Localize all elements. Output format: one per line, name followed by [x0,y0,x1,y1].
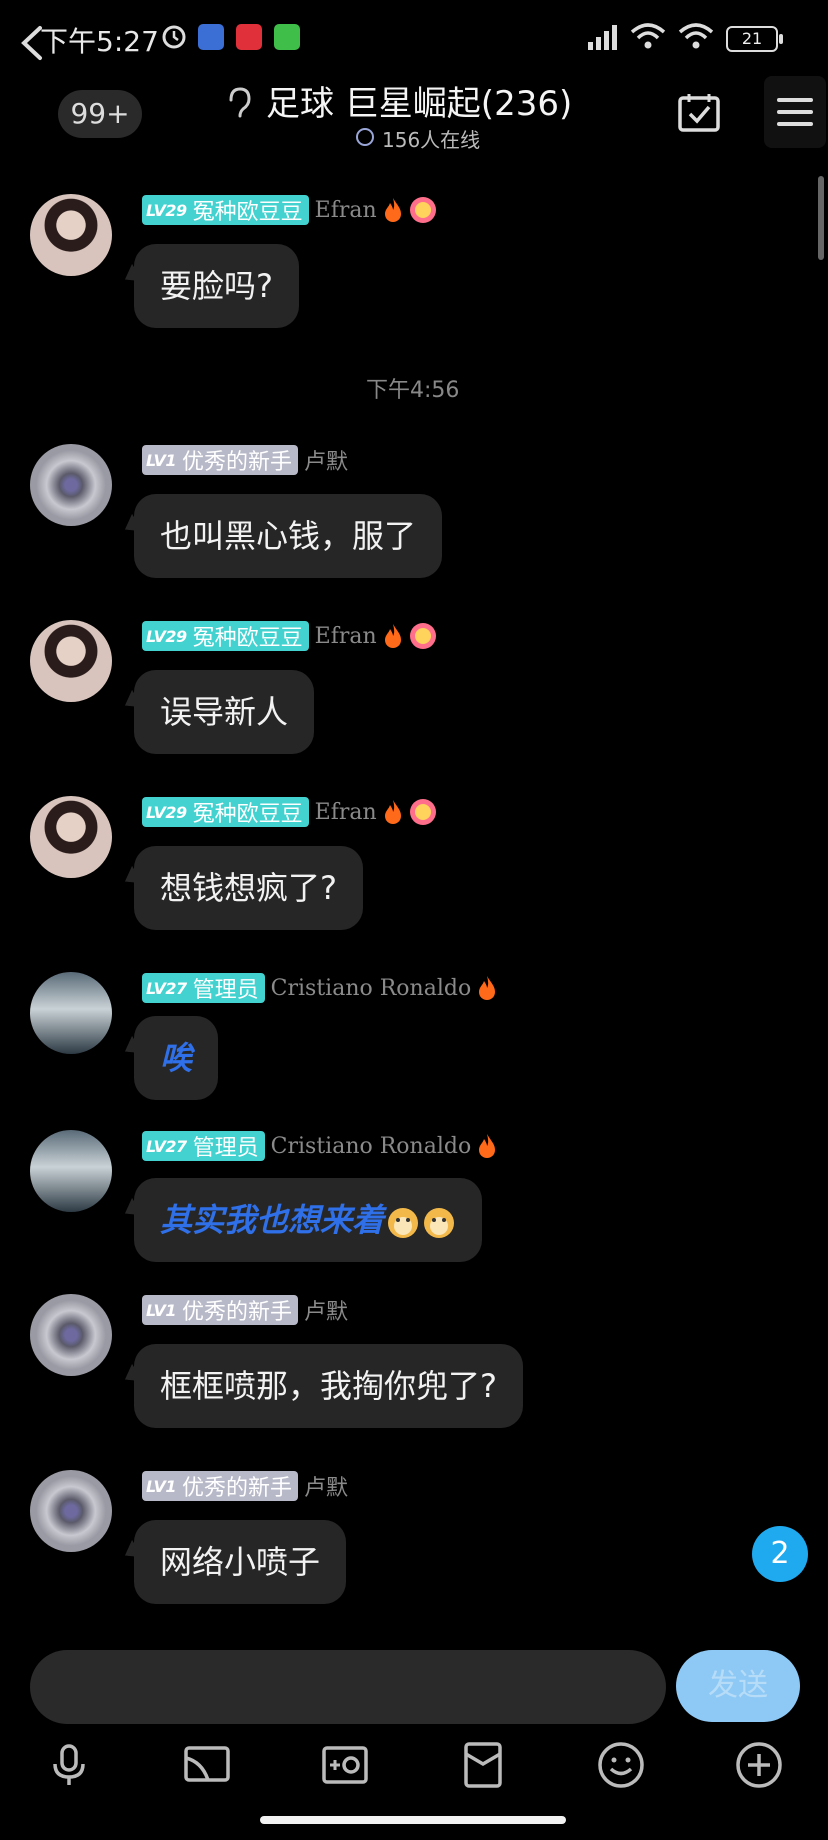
sender-name[interactable]: 卢默 [304,444,348,476]
level-badge: LV29 冤种欧豆豆 [142,621,309,651]
flower-emoji-icon [409,799,436,825]
flower-emoji-icon [409,197,436,223]
menu-icon [777,98,813,102]
sender-name[interactable]: Cristiano Ronaldo [271,976,472,1001]
sender-name[interactable]: Efran [315,198,377,223]
ear-icon[interactable] [225,86,253,120]
message-meta: LV27 管理员 Cristiano Ronaldo [142,1130,497,1162]
level-badge: LV1 优秀的新手 [142,1295,299,1325]
plus-icon[interactable] [734,1740,784,1790]
mi-app-icon [236,24,262,50]
message-bubble[interactable]: 唉 [134,1016,219,1100]
message-meta: LV1 优秀的新手 卢默 [142,444,348,476]
scrollbar[interactable] [818,176,824,260]
status-bar: 下午5:27 21 [0,0,828,74]
sender-name[interactable]: Efran [315,800,377,825]
level-badge: LV1 优秀的新手 [142,445,299,475]
message-bubble[interactable]: 也叫黑心钱，服了 [134,494,443,578]
fire-icon [479,1134,496,1158]
chevron-left-icon [21,26,42,60]
message-meta: LV1 优秀的新手 卢默 [142,1294,348,1326]
avatar[interactable] [30,194,112,276]
avatar[interactable] [30,1470,112,1552]
level-badge: LV29 冤种欧豆豆 [142,797,309,827]
sender-name[interactable]: Efran [315,624,377,649]
message-bubble[interactable]: 想钱想疯了? [134,846,363,930]
app-notification-icon [198,24,224,50]
new-messages-badge[interactable]: 2 [752,1526,808,1582]
avatar[interactable] [30,1130,112,1212]
avatar[interactable] [30,1294,112,1376]
group-title: 足球 巨星崛起(236) [266,84,573,124]
sender-name[interactable]: 卢默 [304,1470,348,1502]
fire-icon [384,624,401,648]
time-separator: 下午4:56 [366,378,460,403]
wifi-icon-2 [678,23,714,49]
android-app-icon [274,24,300,50]
message-bubble[interactable]: 网络小喷子 [134,1520,347,1604]
online-count: 156人在线 [382,128,481,152]
avatar[interactable] [30,620,112,702]
fire-icon [479,976,496,1000]
emoji-icon[interactable] [596,1740,646,1790]
calendar-check-icon[interactable] [678,92,720,132]
battery-indicator: 21 [726,26,783,52]
message-meta: LV27 管理员 Cristiano Ronaldo [142,972,497,1004]
send-button[interactable]: 发送 [676,1650,800,1722]
photo-icon[interactable] [320,1740,370,1790]
avatar[interactable] [30,972,112,1054]
level-badge: LV27 管理员 [142,1131,265,1161]
red-packet-icon[interactable] [458,1740,508,1790]
message-bubble[interactable]: 要脸吗? [134,244,299,328]
fire-icon [384,198,401,222]
level-badge: LV27 管理员 [142,973,265,1003]
flower-emoji-icon [409,623,436,649]
avatar[interactable] [30,444,112,526]
message-meta: LV29 冤种欧豆豆 Efran [142,796,437,828]
signal-icon [588,25,617,50]
message-input[interactable] [30,1650,666,1724]
sender-name[interactable]: Cristiano Ronaldo [271,1134,472,1159]
doge-emoji-icon [424,1208,455,1238]
avatar[interactable] [30,796,112,878]
message-text: 其实我也想来着 [160,1201,385,1239]
microphone-icon[interactable] [44,1740,94,1790]
sender-name[interactable]: 卢默 [304,1294,348,1326]
message-bubble[interactable]: 误导新人 [134,670,315,754]
message-meta: LV29 冤种欧豆豆 Efran [142,194,437,226]
unread-count-badge[interactable]: 99+ [58,90,142,138]
message-bubble[interactable]: 框框喷那，我掏你兜了? [134,1344,523,1428]
fire-icon [384,800,401,824]
screen-cast-icon[interactable] [182,1740,232,1790]
level-badge: LV1 优秀的新手 [142,1471,299,1501]
alarm-icon [162,25,186,49]
message-meta: LV29 冤种欧豆豆 Efran [142,620,437,652]
menu-button[interactable] [764,76,826,148]
level-badge: LV29 冤种欧豆豆 [142,195,309,225]
home-indicator[interactable] [260,1816,566,1824]
status-time: 下午5:27 [40,25,159,58]
doge-emoji-icon [388,1208,419,1238]
message-meta: LV1 优秀的新手 卢默 [142,1470,348,1502]
message-bubble[interactable]: 其实我也想来着 [134,1178,483,1262]
wifi-icon [630,23,666,49]
online-status-icon [356,128,374,146]
back-button[interactable] [12,20,52,66]
